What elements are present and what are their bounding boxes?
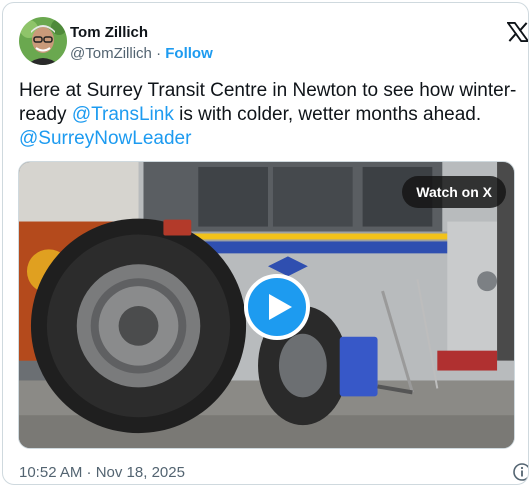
play-icon: [269, 294, 292, 320]
author-name[interactable]: Tom Zillich: [70, 24, 148, 41]
play-button[interactable]: [244, 274, 310, 340]
watch-on-x-button[interactable]: Watch on X: [402, 176, 506, 208]
tweet-text: Here at Surrey Transit Centre in Newton …: [19, 79, 519, 151]
x-logo-icon[interactable]: [507, 22, 529, 42]
avatar[interactable]: [19, 17, 67, 65]
handle-separator: ·: [151, 45, 166, 62]
tweet-text-part-2: is with colder, wetter months ahead.: [173, 104, 482, 125]
mention-translink[interactable]: @TransLink: [72, 104, 174, 125]
video-media[interactable]: Watch on X: [18, 161, 515, 449]
mention-surreynowleader[interactable]: @SurreyNowLeader: [19, 128, 191, 149]
avatar-image: [19, 17, 67, 65]
info-icon[interactable]: [512, 462, 529, 482]
tweet-embed-card: Tom Zillich @TomZillich · Follow Here at…: [2, 2, 529, 485]
author-handle[interactable]: @TomZillich: [70, 45, 152, 62]
tweet-timestamp[interactable]: 10:52 AM · Nov 18, 2025: [19, 464, 185, 481]
author-handle-row: @TomZillich · Follow: [70, 45, 213, 62]
follow-button[interactable]: Follow: [165, 45, 213, 62]
